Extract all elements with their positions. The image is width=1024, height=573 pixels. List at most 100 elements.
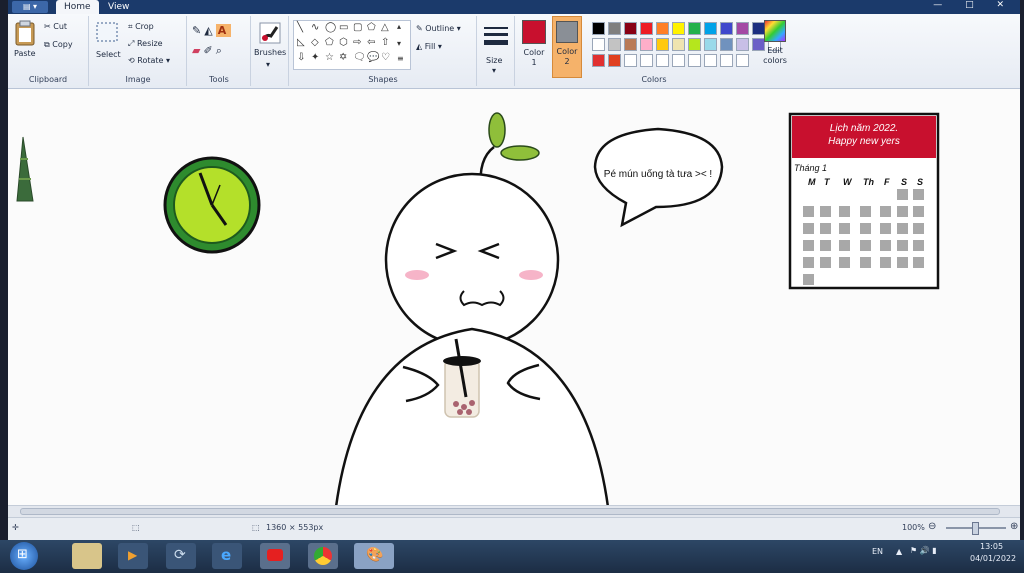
- shapes-more-icon[interactable]: ≡: [397, 54, 404, 63]
- palette-swatch[interactable]: [624, 38, 637, 51]
- drawing-canvas[interactable]: Pé mún uống tà tưa >< ! Lịch năm 2022. H…: [8, 89, 1020, 508]
- fill-bucket-icon[interactable]: ◭: [204, 24, 215, 37]
- size-group[interactable]: Size ▾: [478, 16, 515, 86]
- zoom-in-button[interactable]: ⊕: [1010, 521, 1018, 532]
- left-arrow-icon[interactable]: ⇦: [367, 37, 375, 48]
- paint-taskbar-icon[interactable]: 🎨: [354, 543, 394, 569]
- right-triangle-icon[interactable]: ◺: [297, 37, 305, 48]
- palette-swatch[interactable]: [640, 54, 653, 67]
- zoom-slider-thumb[interactable]: [972, 522, 979, 535]
- shapes-gallery[interactable]: ╲ ∿ ◯ ▭ ▢ ⬠ △ ◺ ◇ ⬠ ⬡ ⇨ ⇦ ⇧ ⇩ ✦ ☆ ✡ 🗨 💬: [293, 20, 411, 70]
- graphics-app-taskbar-icon[interactable]: ⟳: [166, 543, 196, 569]
- shapes-scroll-down-icon[interactable]: ▾: [397, 39, 401, 48]
- down-arrow-icon[interactable]: ⇩: [297, 52, 305, 63]
- palette-swatch[interactable]: [720, 38, 733, 51]
- palette-swatch[interactable]: [672, 38, 685, 51]
- rectangle-shape-icon[interactable]: ▭: [339, 22, 348, 33]
- horizontal-scroll-thumb[interactable]: [20, 508, 1000, 515]
- palette-swatch[interactable]: [624, 54, 637, 67]
- right-arrow-icon[interactable]: ⇨: [353, 37, 361, 48]
- four-point-star-icon[interactable]: ✦: [311, 52, 319, 63]
- outline-button[interactable]: ✎ Outline ▾: [416, 24, 461, 33]
- diamond-shape-icon[interactable]: ◇: [311, 37, 319, 48]
- horizontal-scrollbar[interactable]: [8, 505, 1020, 517]
- palette-swatch[interactable]: [656, 38, 669, 51]
- palette-swatch[interactable]: [720, 54, 733, 67]
- callout-oval-icon[interactable]: 💬: [367, 52, 379, 63]
- tab-home[interactable]: Home: [56, 0, 99, 14]
- palette-swatch[interactable]: [592, 38, 605, 51]
- crop-button[interactable]: ⌗ Crop: [128, 22, 154, 32]
- color2-button[interactable]: Color 2: [552, 16, 582, 78]
- heart-shape-icon[interactable]: ♡: [381, 52, 390, 63]
- palette-swatch[interactable]: [624, 22, 637, 35]
- fill-button[interactable]: ◭ Fill ▾: [416, 42, 442, 51]
- palette-swatch[interactable]: [672, 22, 685, 35]
- hexagon-shape-icon[interactable]: ⬡: [339, 37, 348, 48]
- brushes-group[interactable]: Brushes ▾: [252, 16, 289, 86]
- show-hidden-icons-icon[interactable]: ▲: [896, 547, 902, 556]
- clock-date[interactable]: 04/01/2022: [970, 554, 1016, 563]
- copy-button[interactable]: ⧉ Copy: [44, 40, 73, 50]
- clock-time[interactable]: 13:05: [980, 542, 1003, 551]
- palette-swatch[interactable]: [640, 38, 653, 51]
- palette-swatch[interactable]: [608, 38, 621, 51]
- color-picker-icon[interactable]: ✐: [203, 44, 215, 57]
- palette-swatch[interactable]: [640, 22, 653, 35]
- palette-swatch[interactable]: [720, 22, 733, 35]
- polygon-shape-icon[interactable]: ⬠: [367, 22, 376, 33]
- palette-swatch[interactable]: [592, 54, 605, 67]
- select-label[interactable]: Select: [96, 50, 121, 59]
- curve-shape-icon[interactable]: ∿: [311, 22, 319, 33]
- shapes-scroll-up-icon[interactable]: ▴: [397, 22, 401, 31]
- internet-explorer-taskbar-icon[interactable]: e: [212, 543, 242, 569]
- five-point-star-icon[interactable]: ☆: [325, 52, 334, 63]
- six-point-star-icon[interactable]: ✡: [339, 52, 347, 63]
- select-button[interactable]: [96, 22, 118, 42]
- pentagon-shape-icon[interactable]: ⬠: [325, 37, 334, 48]
- palette-swatch[interactable]: [608, 54, 621, 67]
- media-player-taskbar-icon[interactable]: ▶: [118, 543, 148, 569]
- palette-swatch[interactable]: [704, 38, 717, 51]
- cut-button[interactable]: ✂ Cut: [44, 22, 67, 31]
- palette-swatch[interactable]: [688, 22, 701, 35]
- eraser-icon[interactable]: ▰: [192, 44, 203, 57]
- paste-label[interactable]: Paste: [14, 49, 36, 58]
- line-shape-icon[interactable]: ╲: [297, 22, 303, 33]
- tab-view[interactable]: View: [100, 0, 137, 14]
- language-indicator[interactable]: EN: [872, 547, 883, 556]
- palette-swatch[interactable]: [736, 22, 749, 35]
- file-menu-button[interactable]: ▤ ▾: [12, 1, 48, 13]
- palette-swatch[interactable]: [736, 54, 749, 67]
- text-tool-icon[interactable]: A: [215, 24, 232, 37]
- palette-swatch[interactable]: [656, 54, 669, 67]
- palette-swatch[interactable]: [688, 54, 701, 67]
- edit-colors-button[interactable]: Edit colors: [762, 20, 788, 76]
- callout-rect-icon[interactable]: 🗨: [353, 52, 366, 63]
- palette-swatch[interactable]: [656, 22, 669, 35]
- palette-swatch[interactable]: [704, 22, 717, 35]
- palette-swatch[interactable]: [688, 38, 701, 51]
- palette-swatch[interactable]: [592, 22, 605, 35]
- start-button[interactable]: ⊞: [10, 542, 38, 570]
- resize-button[interactable]: ⤢ Resize: [128, 39, 163, 49]
- rounded-rectangle-icon[interactable]: ▢: [353, 22, 362, 33]
- color1-button[interactable]: Color 1: [521, 20, 547, 76]
- oval-shape-icon[interactable]: ◯: [325, 22, 336, 33]
- triangle-shape-icon[interactable]: △: [381, 22, 389, 33]
- chrome-taskbar-icon[interactable]: [308, 543, 338, 569]
- up-arrow-icon[interactable]: ⇧: [381, 37, 389, 48]
- palette-swatch[interactable]: [704, 54, 717, 67]
- window-controls[interactable]: — □ ✕: [933, 0, 1014, 10]
- system-tray-icons[interactable]: ⚑ 🔊 ▮: [910, 546, 937, 555]
- magnifier-icon[interactable]: ⌕: [216, 44, 225, 57]
- palette-swatch[interactable]: [672, 54, 685, 67]
- rotate-button[interactable]: ⟲ Rotate ▾: [128, 56, 170, 65]
- zoom-out-button[interactable]: ⊖: [928, 521, 936, 532]
- palette-swatch[interactable]: [608, 22, 621, 35]
- file-explorer-taskbar-icon[interactable]: [72, 543, 102, 569]
- paste-button[interactable]: [14, 20, 36, 46]
- pencil-icon[interactable]: ✎: [192, 24, 204, 37]
- palette-swatch[interactable]: [736, 38, 749, 51]
- youtube-taskbar-icon[interactable]: [260, 543, 290, 569]
